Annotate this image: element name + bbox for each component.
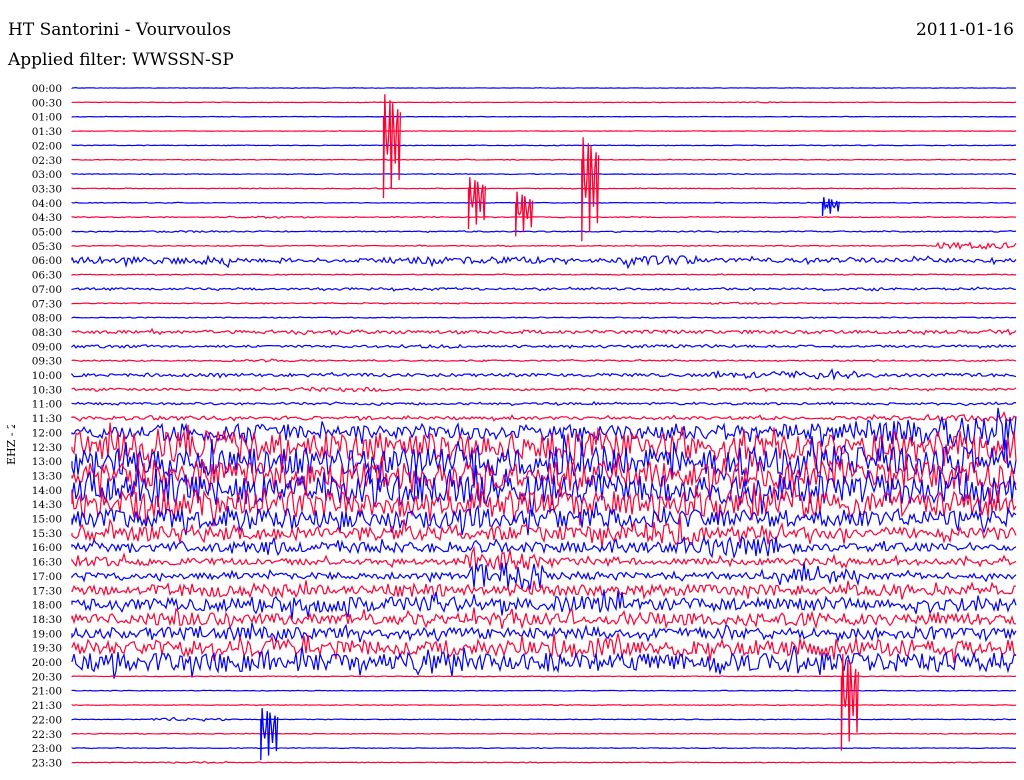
time-label: 01:30 xyxy=(32,126,62,138)
trace-line xyxy=(71,101,1017,104)
trace-line xyxy=(71,201,1017,204)
trace-line xyxy=(71,746,1017,750)
time-label: 02:30 xyxy=(32,155,62,167)
event-spike xyxy=(382,94,402,199)
trace-line xyxy=(71,301,1017,305)
time-label: 17:00 xyxy=(32,571,62,583)
time-label: 18:30 xyxy=(32,614,62,626)
time-label: 12:30 xyxy=(32,442,62,454)
time-label: 19:30 xyxy=(32,643,62,655)
trace-line xyxy=(71,675,1017,678)
time-label: 10:00 xyxy=(32,370,62,382)
time-label: 20:30 xyxy=(32,671,62,683)
trace-line xyxy=(71,622,1017,644)
time-label: 05:00 xyxy=(32,227,62,239)
time-label: 22:30 xyxy=(32,729,62,741)
trace-line xyxy=(71,273,1017,276)
time-label: 21:00 xyxy=(32,686,62,698)
time-label: 18:00 xyxy=(32,600,62,612)
trace-line xyxy=(71,645,1017,679)
time-label: 10:30 xyxy=(32,384,62,396)
time-label: 00:30 xyxy=(32,97,62,109)
trace-line xyxy=(71,115,1017,118)
time-label: 08:00 xyxy=(32,313,62,325)
time-label: 03:00 xyxy=(32,169,62,181)
time-label: 06:30 xyxy=(32,270,62,282)
time-label: 14:00 xyxy=(32,485,62,497)
time-label: 04:30 xyxy=(32,212,62,224)
time-label: 11:00 xyxy=(32,399,62,411)
time-label: 16:00 xyxy=(32,542,62,554)
time-label: 04:00 xyxy=(32,198,62,210)
time-label: 15:30 xyxy=(32,528,62,540)
time-label: 16:30 xyxy=(32,557,62,569)
trace-line xyxy=(71,760,1017,764)
time-label: 09:00 xyxy=(32,341,62,353)
trace-line xyxy=(71,400,1017,407)
trace-line xyxy=(71,241,1017,251)
time-label: 02:00 xyxy=(32,140,62,152)
time-label: 13:00 xyxy=(32,456,62,468)
event-spike xyxy=(515,191,534,237)
trace-line xyxy=(71,327,1017,336)
time-label: 19:00 xyxy=(32,628,62,640)
time-label: 05:30 xyxy=(32,241,62,253)
trace-line xyxy=(71,358,1017,363)
time-label: 23:30 xyxy=(32,757,62,769)
trace-line xyxy=(71,316,1017,320)
time-labels: 00:00 00:30 01:00 01:30 02:00 02:30 03:00 03:30… xyxy=(32,83,62,769)
trace-line xyxy=(71,130,1017,133)
trace-line xyxy=(71,368,1017,381)
trace-line xyxy=(71,172,1017,176)
time-label: 20:00 xyxy=(32,657,62,669)
time-label: 09:30 xyxy=(32,356,62,368)
trace-line xyxy=(71,386,1017,393)
time-label: 07:00 xyxy=(32,284,62,296)
time-label: 11:30 xyxy=(32,413,62,425)
trace-line xyxy=(71,562,1017,590)
time-label: 23:00 xyxy=(32,743,62,755)
event-spike xyxy=(581,137,600,242)
trace-line xyxy=(71,689,1017,692)
trace-line xyxy=(71,716,1017,722)
trace-line xyxy=(71,158,1017,161)
time-label: 12:00 xyxy=(32,427,62,439)
time-label: 01:00 xyxy=(32,112,62,124)
trace-line xyxy=(71,229,1017,234)
trace-line xyxy=(71,343,1017,349)
trace-line xyxy=(71,732,1017,735)
time-label: 00:00 xyxy=(32,83,62,95)
time-label: 13:30 xyxy=(32,470,62,482)
time-label: 07:30 xyxy=(32,298,62,310)
trace-line xyxy=(71,580,1017,600)
time-label: 06:00 xyxy=(32,255,62,267)
time-label: 17:30 xyxy=(32,585,62,597)
time-label: 03:30 xyxy=(32,183,62,195)
time-label: 08:30 xyxy=(32,327,62,339)
time-label: 14:30 xyxy=(32,499,62,511)
trace-line xyxy=(71,187,1016,190)
trace-line xyxy=(71,411,1017,422)
trace-line xyxy=(71,607,1017,630)
trace-line xyxy=(71,87,1017,89)
event-spike xyxy=(821,197,841,217)
trace-line xyxy=(71,215,1017,219)
helicorder-plot: 00:00 00:30 01:00 01:30 02:00 02:30 03:00 03:30… xyxy=(32,83,1017,769)
trace-line xyxy=(71,254,1017,270)
trace-line xyxy=(71,407,1017,450)
trace-line xyxy=(71,144,1017,147)
time-label: 15:00 xyxy=(32,514,62,526)
time-label: 21:30 xyxy=(32,700,62,712)
trace-line xyxy=(71,703,1017,707)
time-label: 22:00 xyxy=(32,714,62,726)
trace-rows xyxy=(71,87,1017,764)
trace-line xyxy=(71,633,1017,664)
trace-line xyxy=(71,286,1017,292)
